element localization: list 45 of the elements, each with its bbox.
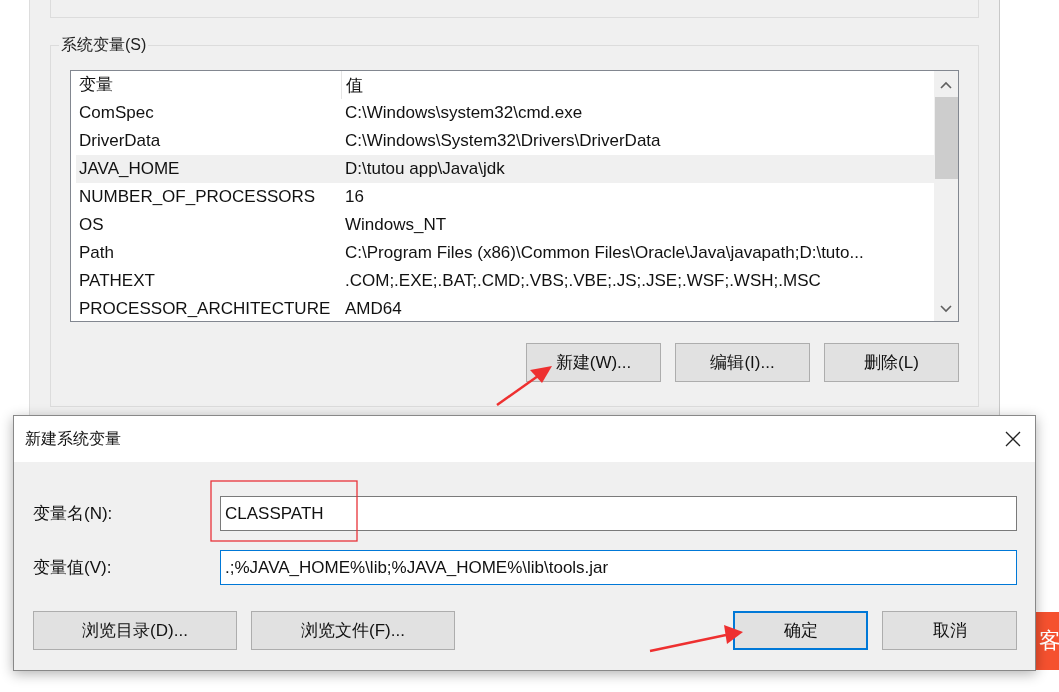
input-field[interactable]: .;%JAVA_HOME%\lib;%JAVA_HOME%\lib\tools.jar xyxy=(220,550,1017,585)
table-cell-text: C:\Windows\system32\cmd.exe xyxy=(344,103,584,123)
arrow-annotation xyxy=(496,366,552,406)
list-row[interactable]: JAVA_HOME D:\tutou app\Java\jdk xyxy=(76,155,934,183)
action-button[interactable]: 删除(L) xyxy=(824,343,959,382)
table-cell-text: PATHEXT xyxy=(78,271,156,291)
dialog-button[interactable]: 确定 xyxy=(733,611,868,650)
list-row[interactable]: PROCESSOR_ARCHITECTURE AMD64 xyxy=(76,295,934,321)
close-icon[interactable] xyxy=(1005,431,1021,447)
table-cell-text: C:\Windows\System32\Drivers\DriverData xyxy=(344,131,662,151)
table-cell-text: AMD64 xyxy=(344,299,403,319)
scroll-up-icon[interactable] xyxy=(940,81,952,89)
input-field[interactable]: CLASSPATH xyxy=(220,496,1017,531)
table-cell-text: DriverData xyxy=(78,131,162,151)
scroll-down-icon[interactable] xyxy=(940,305,952,313)
action-button[interactable]: 新建(W)... xyxy=(526,343,661,382)
list-row[interactable]: Path C:\Program Files (x86)\Common Files\Oracle\Java\javapath;D:\tuto... xyxy=(76,239,934,267)
dialog-button[interactable]: 取消 xyxy=(882,611,1017,650)
table-cell-text: NUMBER_OF_PROCESSORS xyxy=(78,187,317,207)
column-header[interactable]: 值 xyxy=(342,73,934,97)
table-cell-text: C:\Program Files (x86)\Common Files\Oracle\Java\javapath;D:\tuto... xyxy=(344,243,865,263)
window-title: 新建系统变量 xyxy=(25,428,121,449)
table-cell-text: ComSpec xyxy=(78,103,155,123)
scrollbar[interactable] xyxy=(934,71,958,321)
table-cell-text: .COM;.EXE;.BAT;.CMD;.VBS;.VBE;.JS;.JSE;.WSF;.WSH;.MSC xyxy=(344,271,822,291)
field-label: 变量名(N): xyxy=(33,503,114,525)
list-row[interactable]: PATHEXT .COM;.EXE;.BAT;.CMD;.VBS;.VBE;.JS;.JSE;.WSF;.WSH;.MSC xyxy=(76,267,934,295)
action-button[interactable]: 编辑(I)... xyxy=(675,343,810,382)
dialog-button[interactable]: 浏览目录(D)... xyxy=(33,611,237,650)
table-cell-text: OS xyxy=(78,215,105,235)
list-row[interactable]: ComSpec C:\Windows\system32\cmd.exe xyxy=(76,99,934,127)
table-cell-text: PROCESSOR_ARCHITECTURE xyxy=(78,299,332,319)
group-title: 系统变量(S) xyxy=(59,35,149,56)
column-header[interactable]: 变量 xyxy=(76,71,342,99)
scroll-thumb[interactable] xyxy=(934,97,958,179)
table-cell-text: Path xyxy=(78,243,115,263)
list-row[interactable]: OS Windows_NT xyxy=(76,211,934,239)
table-cell-text: 16 xyxy=(344,187,365,207)
table-cell-text: D:\tutou app\Java\jdk xyxy=(344,159,506,179)
list-row[interactable]: NUMBER_OF_PROCESSORS 16 xyxy=(76,183,934,211)
list-row[interactable]: DriverData C:\Windows\System32\Drivers\DriverData xyxy=(76,127,934,155)
field-label: 变量值(V): xyxy=(33,557,113,579)
dialog-button[interactable]: 浏览文件(F)... xyxy=(251,611,455,650)
table-cell-text: Windows_NT xyxy=(344,215,448,235)
table-cell-text: JAVA_HOME xyxy=(78,159,181,179)
